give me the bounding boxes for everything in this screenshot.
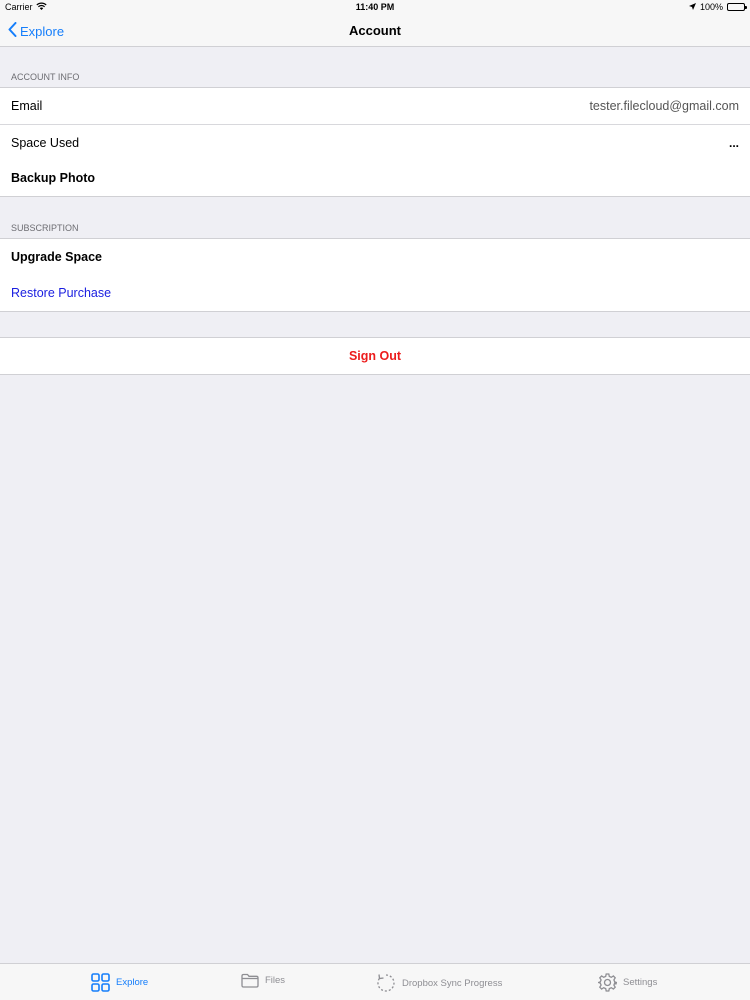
sync-icon xyxy=(376,973,396,993)
gear-icon xyxy=(598,973,617,992)
space-used-row[interactable]: Space Used ... xyxy=(0,124,750,160)
tab-files-label: Files xyxy=(265,975,286,986)
email-row[interactable]: Email tester.filecloud@gmail.com xyxy=(0,88,750,124)
space-used-label: Space Used xyxy=(11,135,80,150)
restore-purchase-label: Restore Purchase xyxy=(11,286,112,300)
tab-bar: Explore Files Dropbox Sync Progress Sett… xyxy=(0,963,750,1000)
sign-out-button[interactable]: Sign Out xyxy=(0,338,750,374)
upgrade-space-label: Upgrade Space xyxy=(11,250,103,264)
status-time: 11:40 PM xyxy=(355,2,395,12)
tab-files[interactable]: Files xyxy=(241,973,285,988)
sign-out-group: Sign Out xyxy=(0,337,750,375)
section-header-account-info: ACCOUNT INFO xyxy=(11,72,80,82)
grid-icon xyxy=(91,973,110,992)
page-title: Account xyxy=(349,23,401,38)
tab-settings[interactable]: Settings xyxy=(598,973,657,992)
backup-photo-label: Backup Photo xyxy=(11,171,96,185)
navigation-bar: Explore Account xyxy=(0,14,750,47)
battery-icon xyxy=(727,3,747,11)
status-right: 100% xyxy=(688,2,747,12)
email-label: Email xyxy=(11,99,43,113)
email-value: tester.filecloud@gmail.com xyxy=(589,99,739,113)
tab-settings-label: Settings xyxy=(623,977,658,988)
location-arrow-icon xyxy=(688,2,696,12)
tab-explore-label: Explore xyxy=(116,977,149,988)
tab-dropbox-sync-progress-label: Dropbox Sync Progress xyxy=(402,977,503,989)
tab-explore[interactable]: Explore xyxy=(91,973,148,992)
section-header-subscription: SUBSCRIPTION xyxy=(11,223,79,233)
account-info-group: Email tester.filecloud@gmail.com Space U… xyxy=(0,87,750,197)
space-used-value: ... xyxy=(728,135,739,150)
sign-out-label: Sign Out xyxy=(348,349,402,363)
tab-dropbox-sync-progress[interactable]: Dropbox Sync Progress xyxy=(376,973,502,993)
status-bar: Carrier 11:40 PM 100% xyxy=(0,0,750,14)
folder-icon xyxy=(241,973,259,988)
battery-percent: 100% xyxy=(699,2,723,12)
restore-purchase-row[interactable]: Restore Purchase xyxy=(0,275,750,311)
backup-photo-row[interactable]: Backup Photo xyxy=(0,160,750,196)
upgrade-space-row[interactable]: Upgrade Space xyxy=(0,239,750,275)
subscription-group: Upgrade Space Restore Purchase xyxy=(0,238,750,312)
